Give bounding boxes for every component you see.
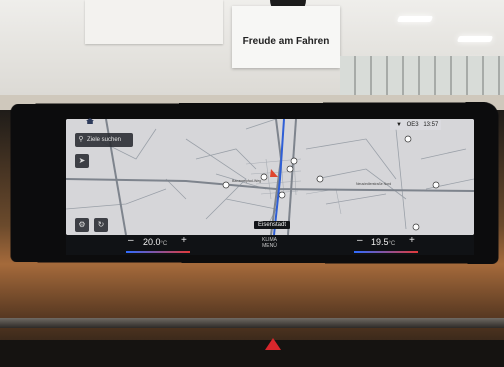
poi-icon [286,165,294,173]
settings-icon: ⚙ [78,220,86,229]
poi-icon [260,173,268,181]
compass-icon: ➤ [78,156,86,165]
map-place-label: Neusiedlerstraße Nord [356,182,392,186]
map-place-label: Bananenpfad-Weg [232,179,262,183]
hazard-icon[interactable] [265,338,281,350]
right-temp-plus-button[interactable]: + [409,235,415,246]
air-vent [0,340,504,367]
clock: 13:57 [423,122,439,128]
left-temp-minus-button[interactable]: – [128,235,134,246]
right-temp: 19.5°C [371,237,395,247]
poi-icon [412,223,420,231]
ceiling-light [396,16,434,22]
poi-icon [316,175,324,183]
right-temp-minus-button[interactable]: – [357,235,363,246]
right-temp-stripe [354,251,418,253]
poi-icon [404,135,412,143]
search-placeholder: Ziele suchen [87,137,122,143]
poi-icon [290,157,298,165]
left-temp-plus-button[interactable]: + [181,235,187,246]
current-place-label: Eisenstadt [254,221,291,229]
left-temp-stripe [126,251,190,253]
left-temp: 20.0°C [143,237,167,247]
climate-menu-line2: MENÜ [262,243,277,249]
status-bar: ▼ OE3 13:57 [390,120,442,130]
poi-icon [432,181,440,189]
dashboard-trim [0,318,504,328]
poi-icon [278,191,286,199]
route-icon: ↻ [97,220,105,229]
ceiling-light [456,36,494,42]
route-button[interactable]: ↻ [94,218,108,232]
search-icon: ⚲ [78,136,84,143]
left-temp-value: 20.0 [143,237,161,247]
signal-icon: ▼ [396,122,402,128]
brand-slogan: Freude am Fahren [242,36,330,47]
wall-panel [85,0,223,44]
settings-button[interactable]: ⚙ [75,218,89,232]
temp-unit: °C [160,241,168,247]
brand-sign: Freude am Fahren [232,6,340,68]
poi-icon [222,181,230,189]
network-label: OE3 [406,122,419,128]
temp-unit: °C [388,241,396,247]
compass-button[interactable]: ➤ [75,154,89,168]
right-temp-value: 19.5 [371,237,389,247]
search-field[interactable]: ⚲ Ziele suchen [75,133,133,147]
climate-menu-button[interactable]: KLIMA MENÜ [262,237,277,249]
